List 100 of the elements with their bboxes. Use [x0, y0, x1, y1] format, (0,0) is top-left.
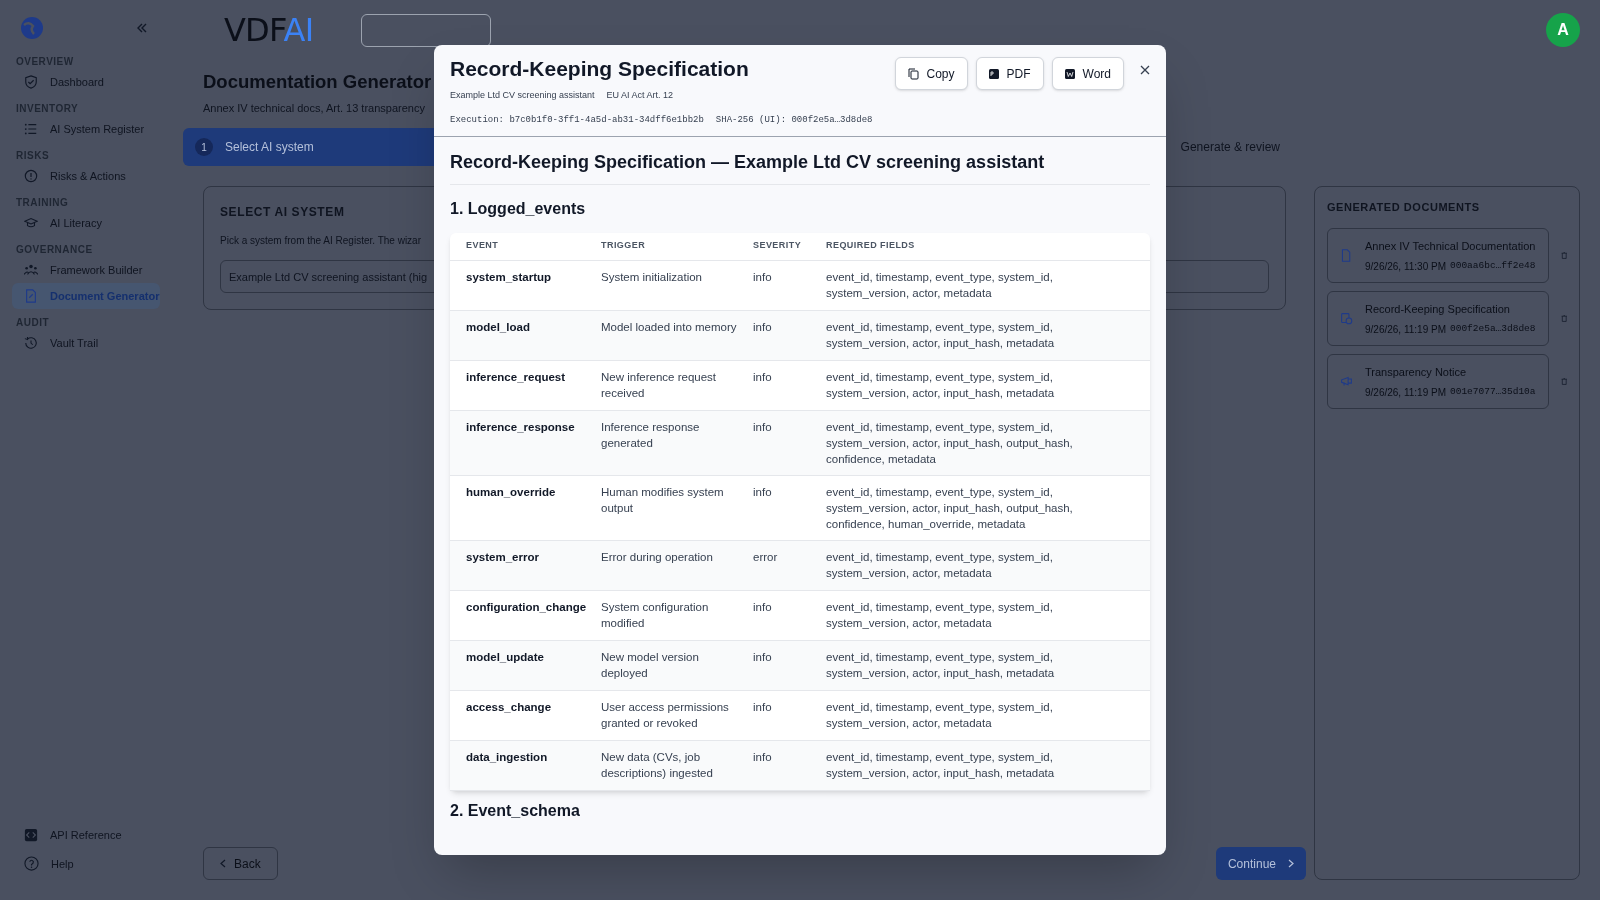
table-cell-text: inference_response [466, 419, 576, 435]
back-button[interactable]: Back [203, 847, 278, 880]
table-cell-text: data_ingestion [466, 749, 549, 765]
modal-tag: Example Ltd CV screening assistant [450, 88, 595, 102]
document-hash: 001e7077…35d10a [1450, 384, 1536, 399]
table-cell-text: event_id, timestamp, event_type, system_id, system_version, actor, input_hash, metadata [826, 319, 1056, 351]
sidebar-link[interactable]: Help [24, 855, 160, 872]
table-cell-text: event_id, timestamp, event_type, system_id, system_version, actor, metadata [826, 549, 1054, 581]
column-header: REQUIRED FIELDS [826, 239, 916, 253]
document-card[interactable]: Record-Keeping Specification 9/26/26, 11:19 PM 000f2e5a…3d8de8 [1327, 290, 1549, 346]
document-date: 9/26/26, 11:19 PM [1365, 385, 1446, 400]
megaphone-icon [1340, 374, 1353, 388]
chevron-right-icon [1288, 859, 1294, 868]
document-hash: 000aa6bc…ff2e48 [1450, 258, 1536, 273]
table-cell-text: info [753, 369, 773, 385]
modal-tag: EU AI Act Art. 12 [606, 88, 674, 102]
code-icon [24, 828, 38, 843]
list-icon [24, 122, 38, 136]
table-cell-text: system_error [466, 549, 540, 565]
table-cell-text: New inference request received [601, 369, 718, 401]
table-cell-text: error [753, 549, 779, 565]
page-title: Documentation Generator [203, 70, 432, 94]
trash-icon[interactable] [1560, 249, 1567, 261]
page-subtitle: Annex IV technical docs, Art. 13 transparency [203, 100, 425, 116]
modal-title: Record-Keeping Specification [450, 56, 749, 82]
trash-icon[interactable] [1560, 375, 1567, 387]
document-title: Transparency Notice [1365, 364, 1468, 380]
alert-icon [24, 169, 38, 183]
sha-hash: SHA-256 (UI): 000f2e5a…3d8de8 [715, 114, 873, 127]
table-cell-text: event_id, timestamp, event_type, system_id, system_version, actor, metadata [826, 599, 1054, 631]
table-cell-text: New model version deployed [601, 649, 700, 681]
document-title: Annex IV Technical Documentation [1365, 238, 1536, 254]
panel-heading: GENERATED DOCUMENTS [1327, 200, 1481, 216]
word-icon [1064, 68, 1075, 79]
table-cell-text: event_id, timestamp, event_type, system_id, system_version, actor, input_hash, metadata [826, 369, 1056, 401]
sidebar-item[interactable]: Risks & Actions [12, 163, 160, 189]
export-button[interactable]: Copy [894, 57, 968, 90]
table-cell-text: system_startup [466, 269, 552, 285]
table-cell-text: System configuration modified [601, 599, 710, 631]
trash-icon[interactable] [1560, 312, 1567, 324]
table-cell-text: Inference response generated [601, 419, 701, 451]
logo-icon [20, 16, 44, 40]
table-cell-text: human_override [466, 484, 557, 500]
document-hash: 000f2e5a…3d8de8 [1450, 321, 1536, 336]
document-clock-icon [1340, 311, 1353, 325]
sidebar-item[interactable]: AI System Register [12, 116, 160, 142]
document-title: Record-Keeping Specification [1365, 301, 1511, 317]
avatar[interactable]: A [1546, 13, 1580, 47]
close-icon[interactable] [1140, 65, 1150, 75]
graduation-cap-icon [24, 216, 38, 230]
table-cell-text: event_id, timestamp, event_type, system_id, system_version, actor, input_hash, metadata [826, 749, 1056, 781]
document-icon [1340, 248, 1353, 262]
panel-heading: SELECT AI SYSTEM [220, 204, 345, 222]
table-cell-text: New data (CVs, job descriptions) ingested [601, 749, 714, 781]
panel-hint: Pick a system from the AI Register. The wizar [220, 234, 421, 249]
collapse-icon[interactable] [136, 22, 148, 34]
table-cell-text: System initialization [601, 269, 703, 285]
table-cell-text: User access permissions granted or revoked [601, 699, 730, 731]
logo: VDFAI [224, 10, 314, 51]
table-cell-text: event_id, timestamp, event_type, system_id, system_version, actor, metadata [826, 699, 1054, 731]
table-cell-text: Model loaded into memory [601, 319, 738, 335]
sidebar-item[interactable]: Framework Builder [12, 257, 160, 283]
pdf-icon [988, 68, 999, 79]
table-cell-text: info [753, 484, 773, 500]
table-cell-text: access_change [466, 699, 553, 715]
table-cell-text: info [753, 749, 773, 765]
history-icon [24, 336, 38, 350]
table-cell-text: inference_request [466, 369, 567, 385]
step-tab[interactable]: Generate & review [1180, 128, 1280, 167]
continue-button[interactable]: Continue [1215, 847, 1306, 880]
table-cell-text: Error during operation [601, 549, 714, 565]
people-icon [24, 263, 38, 277]
export-button[interactable]: PDF [975, 57, 1044, 90]
table-cell-text: info [753, 599, 773, 615]
section-heading: 2. Event_schema [450, 800, 580, 821]
column-header: SEVERITY [753, 239, 803, 253]
chevron-left-icon [220, 859, 226, 868]
shield-icon [24, 75, 38, 89]
sidebar-item[interactable]: Dashboard [12, 69, 160, 95]
table-cell-text: info [753, 699, 773, 715]
table-cell-text: info [753, 319, 773, 335]
column-header: TRIGGER [601, 239, 647, 253]
sidebar-link[interactable]: API Reference [24, 827, 160, 844]
document-card[interactable]: Annex IV Technical Documentation 9/26/26, 11:30 PM 000aa6bc…ff2e48 [1327, 227, 1549, 283]
sidebar-item[interactable]: AI Literacy [12, 210, 160, 236]
table-cell-text: info [753, 419, 773, 435]
document-card[interactable]: Transparency Notice 9/26/26, 11:19 PM 001e7077…35d10a [1327, 353, 1549, 409]
copy-icon [907, 67, 919, 80]
table-cell-text: configuration_change [466, 599, 588, 615]
table-cell-text: event_id, timestamp, event_type, system_id, system_version, actor, metadata [826, 269, 1054, 301]
table-cell-text: event_id, timestamp, event_type, system_id, system_version, actor, input_hash, metadata [826, 649, 1056, 681]
document-date: 9/26/26, 11:30 PM [1365, 259, 1446, 274]
document-icon [24, 289, 38, 303]
search-field[interactable] [361, 13, 492, 47]
table-cell-text: info [753, 269, 773, 285]
export-button[interactable]: Word [1051, 57, 1124, 90]
document-date: 9/26/26, 11:19 PM [1365, 322, 1446, 337]
execution-id: Execution: b7c0b1f0-3ff1-4a5d-ab31-34dff6e1bb2b [450, 114, 704, 127]
table-cell-text: model_load [466, 319, 531, 335]
sidebar-item[interactable]: Vault Trail [12, 330, 160, 356]
